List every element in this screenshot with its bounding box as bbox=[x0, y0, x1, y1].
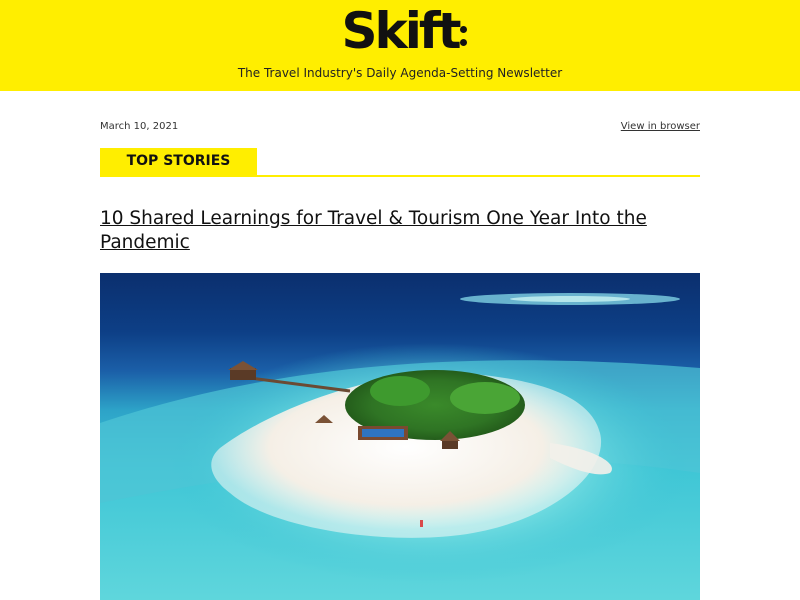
section-divider bbox=[100, 175, 700, 177]
section-label: TOP STORIES bbox=[126, 153, 231, 169]
view-in-browser-link[interactable]: View in browser bbox=[621, 121, 700, 132]
logo-dot-icon bbox=[459, 26, 467, 33]
tropical-island-photo-icon bbox=[100, 273, 700, 600]
skift-logo[interactable]: Skift bbox=[0, 3, 800, 59]
story-headline-link[interactable]: 10 Shared Learnings for Travel & Tourism… bbox=[100, 207, 700, 255]
story-hero-image[interactable] bbox=[100, 273, 700, 600]
header-tagline: The Travel Industry's Daily Agenda-Setti… bbox=[237, 66, 563, 80]
logo-wordmark: Skift bbox=[341, 2, 467, 60]
logo-text: Skift bbox=[341, 2, 461, 60]
newsletter-header: Skift The Travel Industry's Daily Agenda… bbox=[0, 0, 800, 91]
section-tab: TOP STORIES bbox=[100, 148, 257, 175]
logo-dot-icon bbox=[459, 39, 467, 46]
issue-date: March 10, 2021 bbox=[100, 121, 179, 132]
